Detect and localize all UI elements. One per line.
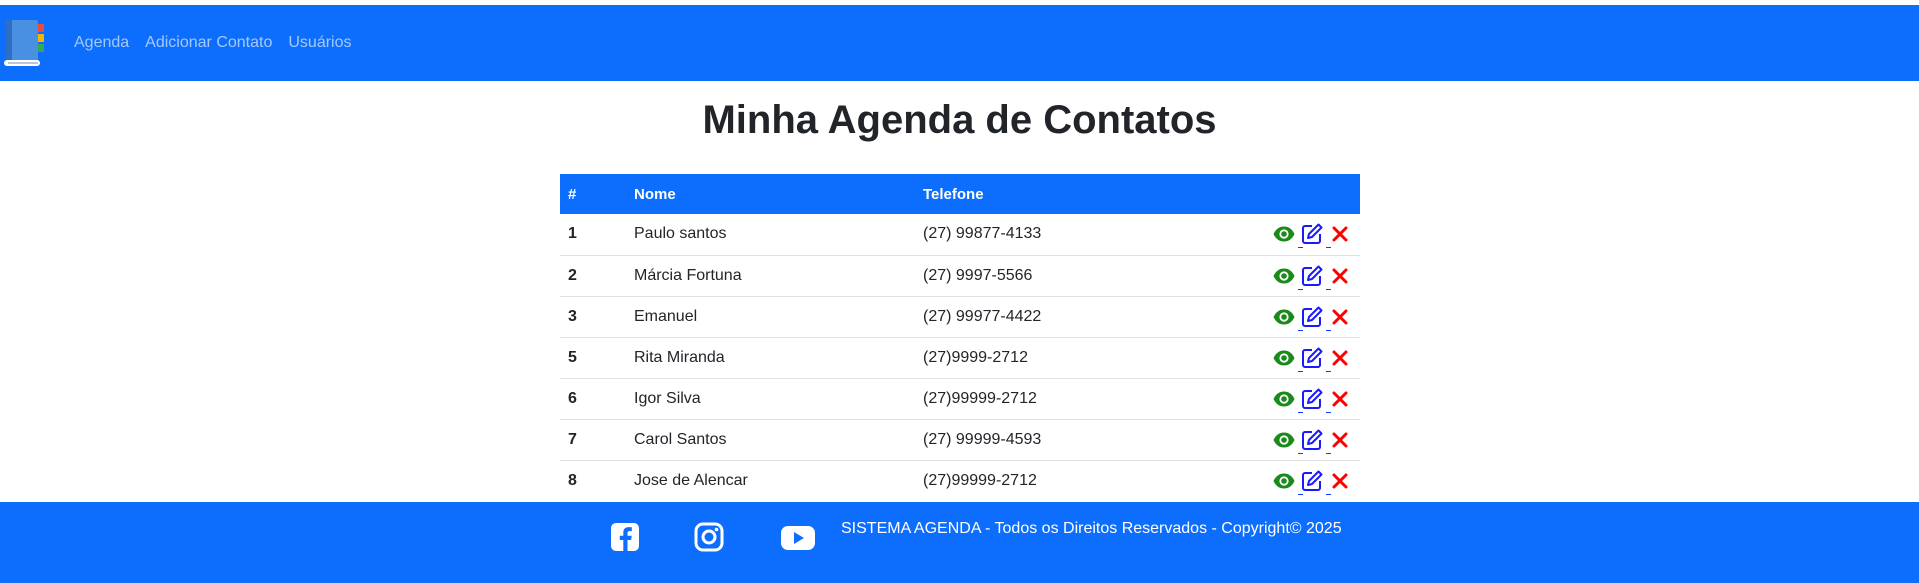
close-icon[interactable] [1326,428,1352,454]
eye-icon[interactable] [1272,428,1296,452]
header-phone: Telefone [923,185,984,203]
edit-icon[interactable] [1298,305,1324,331]
row-actions [1181,419,1360,460]
close-icon[interactable] [1326,346,1352,372]
table-row: 1 Paulo santos (27) 99877-4133 [560,214,1360,255]
facebook-icon[interactable] [608,520,642,554]
contacts-table-wrapper: # Nome Telefone 1 Paulo santos (27) 99877-… [560,174,1360,501]
edit-icon[interactable] [1298,428,1324,454]
table-header-row: # Nome Telefone [560,174,1360,214]
edit-icon[interactable] [1298,222,1324,249]
row-actions [1181,378,1360,419]
row-actions [1181,214,1360,255]
instagram-icon[interactable] [692,520,726,554]
nav-links: Agenda Adicionar Contato Usuários [74,5,352,81]
eye-icon[interactable] [1272,305,1296,329]
contact-phone: (27) 99877-4133 [923,225,1042,243]
row-actions [1181,255,1360,296]
close-icon[interactable] [1326,387,1352,413]
nav-link-agenda[interactable]: Agenda [74,34,129,52]
contact-phone: (27) 9997-5566 [923,266,1033,284]
table-row: 2 Márcia Fortuna (27) 9997-5566 [560,255,1360,296]
edit-icon[interactable] [1298,346,1324,372]
contacts-table: # Nome Telefone 1 Paulo santos (27) 99877-… [560,174,1360,501]
contact-phone: (27)99999-2712 [923,471,1037,489]
main-content: Minha Agenda de Contatos # Nome Telefone… [0,81,1919,502]
eye-icon[interactable] [1272,387,1296,411]
contact-name: Igor Silva [634,389,701,407]
close-icon[interactable] [1326,222,1352,249]
close-icon[interactable] [1326,305,1352,331]
contact-name: Emanuel [634,307,698,325]
contact-phone: (27) 99999-4593 [923,430,1042,448]
eye-icon[interactable] [1272,264,1296,288]
eye-icon[interactable] [1272,469,1296,493]
edit-icon[interactable] [1298,387,1324,413]
contact-name: Rita Miranda [634,348,725,366]
nav-link-usuarios[interactable]: Usuários [288,34,351,52]
table-row: 7 Carol Santos (27) 99999-4593 [560,419,1360,460]
contact-name: Márcia Fortuna [634,266,742,284]
header-actions [1181,174,1360,214]
row-index: 8 [568,471,577,489]
contact-name: Jose de Alencar [634,471,748,489]
row-index: 7 [568,430,577,448]
close-icon[interactable] [1326,469,1352,495]
edit-icon[interactable] [1298,264,1324,290]
close-icon[interactable] [1326,264,1352,290]
table-row: 3 Emanuel (27) 99977-4422 [560,296,1360,337]
nav-link-adicionar-contato[interactable]: Adicionar Contato [145,34,272,52]
contact-phone: (27)9999-2712 [923,348,1028,366]
header-index: # [568,185,577,203]
row-actions [1181,460,1360,501]
footer: SISTEMA AGENDA - Todos os Direitos Reser… [0,502,1919,583]
youtube-icon[interactable] [780,520,816,554]
address-book-icon[interactable] [2,18,48,68]
edit-icon[interactable] [1298,469,1324,495]
page-title: Minha Agenda de Contatos [702,98,1217,142]
contact-name: Carol Santos [634,430,727,448]
header-name: Nome [634,185,676,203]
table-row: 6 Igor Silva (27)99999-2712 [560,378,1360,419]
row-index: 2 [568,266,577,284]
row-actions [1181,337,1360,378]
contact-phone: (27)99999-2712 [923,389,1037,407]
footer-copyright: SISTEMA AGENDA - Todos os Direitos Reser… [841,520,1342,537]
row-index: 5 [568,348,577,366]
eye-icon[interactable] [1272,222,1296,246]
row-index: 1 [568,225,577,243]
contact-name: Paulo santos [634,225,727,243]
contact-phone: (27) 99977-4422 [923,307,1042,325]
row-index: 3 [568,307,577,325]
eye-icon[interactable] [1272,346,1296,370]
row-actions [1181,296,1360,337]
row-index: 6 [568,389,577,407]
table-row: 8 Jose de Alencar (27)99999-2712 [560,460,1360,501]
navbar: Agenda Adicionar Contato Usuários [0,5,1919,81]
table-row: 5 Rita Miranda (27)9999-2712 [560,337,1360,378]
